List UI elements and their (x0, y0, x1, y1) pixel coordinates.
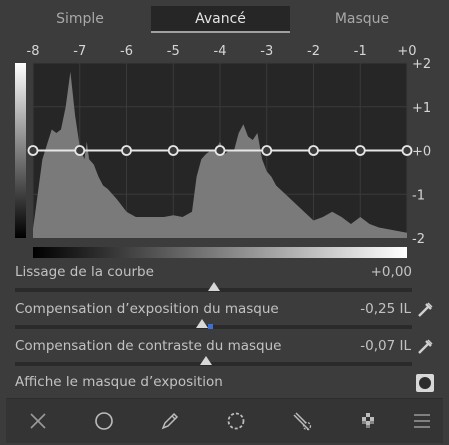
toggle-masque-exposition[interactable]: Affiche le masque d’exposition (0, 371, 449, 395)
slider-marker-lissage[interactable] (208, 282, 220, 291)
x-tick-label: -7 (73, 44, 86, 59)
tab-bar: Simple Avancé Masque (0, 0, 449, 36)
x-tick-label: -2 (307, 44, 320, 59)
toggle-label: Affiche le masque d’exposition (15, 374, 223, 390)
slider-label-lissage: Lissage de la courbe (15, 264, 154, 280)
close-icon[interactable] (26, 409, 50, 433)
dotted-circle-icon[interactable] (224, 409, 248, 433)
tab-simple[interactable]: Simple (10, 6, 150, 32)
mask-toggle-icon[interactable] (416, 374, 434, 392)
slider-track-exposition[interactable] (15, 325, 412, 329)
x-tick-label: -3 (260, 44, 273, 59)
bottom-toolbar (6, 398, 443, 443)
curve-control-point[interactable] (74, 145, 86, 156)
slider-value-lissage[interactable]: +0,00 (371, 264, 412, 280)
tab-avance[interactable]: Avancé (151, 6, 290, 33)
tab-masque[interactable]: Masque (292, 6, 432, 32)
y-tick-label: +2 (412, 57, 431, 72)
y-tick-label: -1 (412, 188, 425, 203)
slider-value-exposition[interactable]: -0,25 IL (360, 301, 411, 317)
vertical-gradient-bar (15, 63, 26, 238)
y-tick-label: -2 (412, 232, 425, 247)
slider-label-contraste: Compensation de contraste du masque (15, 338, 282, 354)
slider-accent-dot (208, 324, 213, 329)
slider-track-contraste[interactable] (15, 362, 412, 366)
curve-control-point[interactable] (354, 145, 366, 156)
horizontal-gradient-bar (33, 247, 407, 258)
color-picker-icon[interactable] (416, 301, 434, 319)
x-tick-label: -8 (27, 44, 40, 59)
y-tick-label: +1 (412, 101, 431, 116)
curve-control-point[interactable] (401, 145, 413, 156)
pencil-icon[interactable] (158, 409, 182, 433)
slider-lissage[interactable]: Lissage de la courbe +0,00 (0, 264, 449, 300)
slider-label-exposition: Compensation d’exposition du masque (15, 301, 279, 317)
x-tick-label: -4 (214, 44, 227, 59)
curve-control-point[interactable] (167, 145, 179, 156)
x-tick-label: -5 (167, 44, 180, 59)
path-tool-icon[interactable] (290, 409, 314, 433)
slider-exposition-masque[interactable]: Compensation d’exposition du masque -0,2… (0, 301, 449, 337)
slider-contraste-masque[interactable]: Compensation de contraste du masque -0,0… (0, 338, 449, 374)
curve-control-point[interactable] (27, 145, 39, 156)
curve-control-point[interactable] (308, 145, 319, 156)
x-tick-label: -1 (354, 44, 367, 59)
slider-marker-contraste[interactable] (200, 356, 212, 365)
curve-control-point[interactable] (261, 145, 273, 156)
color-picker-icon[interactable] (416, 338, 434, 356)
slider-marker-exposition[interactable] (196, 319, 208, 328)
checker-icon[interactable] (356, 409, 380, 433)
slider-value-contraste[interactable]: -0,07 IL (360, 338, 411, 354)
curve-control-point[interactable] (214, 145, 226, 156)
x-tick-label: -6 (120, 44, 133, 59)
circle-icon[interactable] (92, 409, 116, 433)
exposure-curve-graph[interactable]: -8 -7 -6 -5 -4 -3 -2 -1 +0 +2+1+0-1-2 (0, 38, 449, 260)
menu-icon[interactable] (410, 409, 434, 433)
curve-control-point[interactable] (121, 145, 132, 156)
y-tick-label: +0 (412, 145, 431, 160)
